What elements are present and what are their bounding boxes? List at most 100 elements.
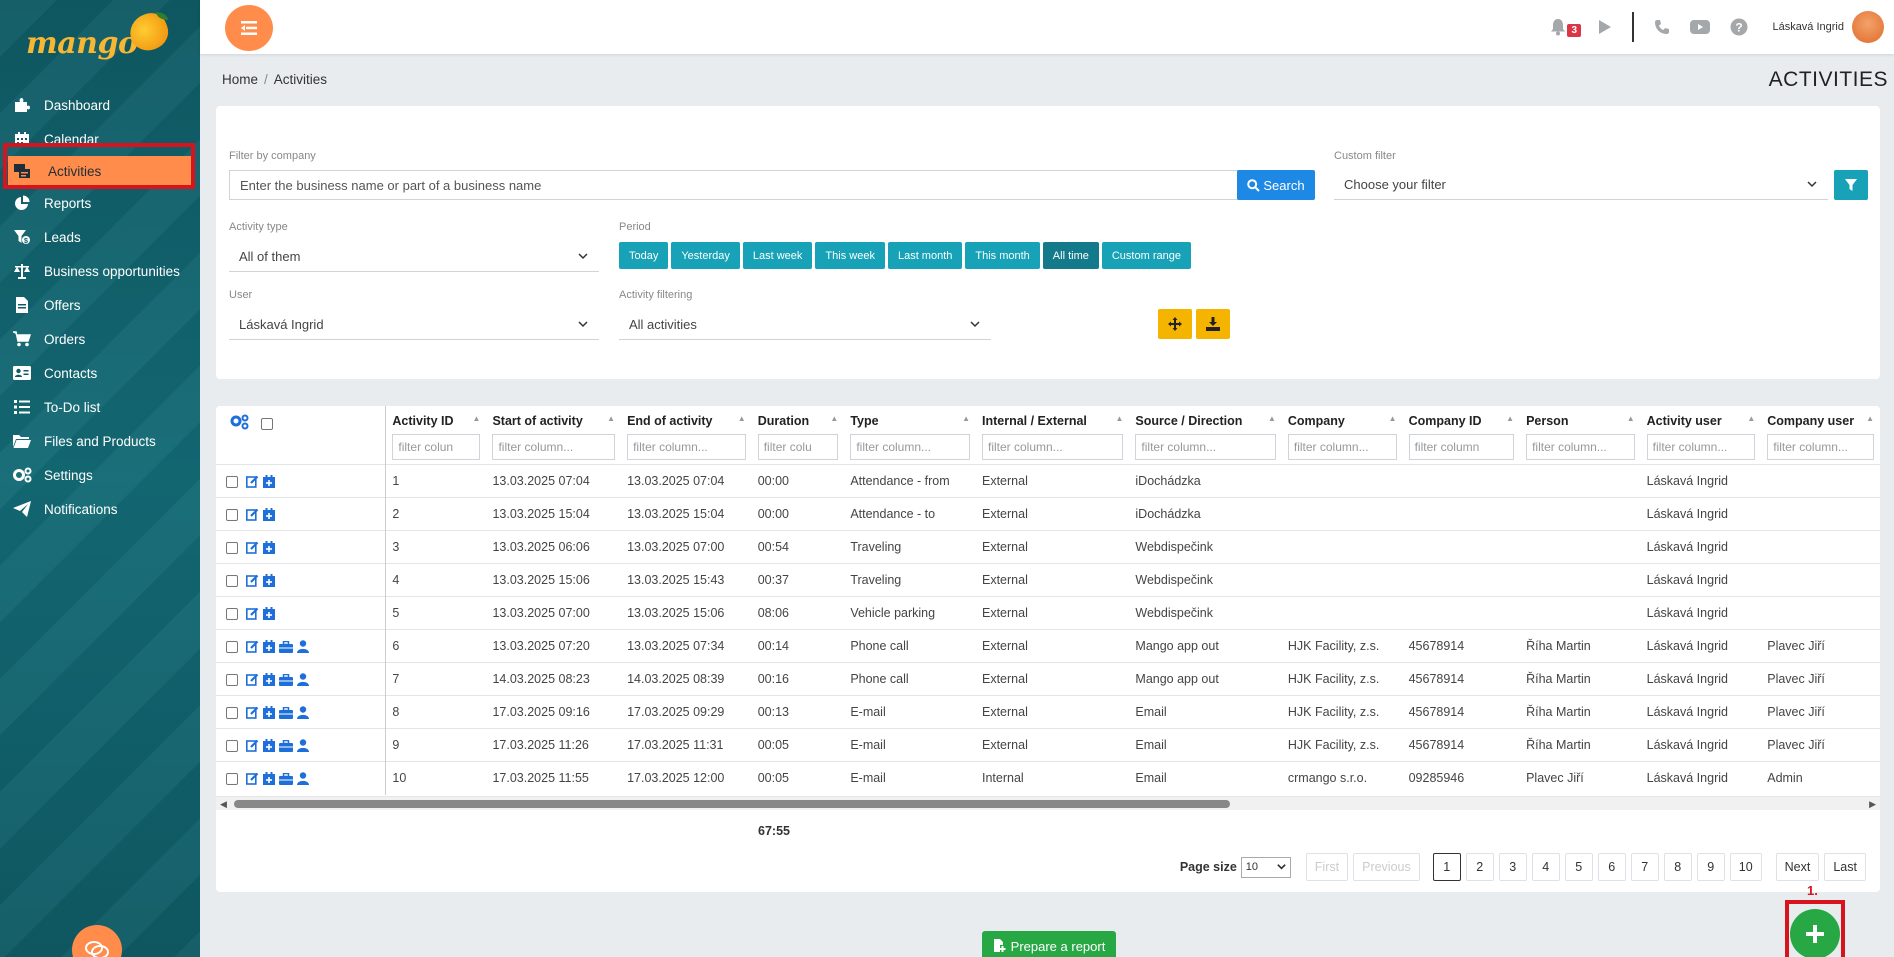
column-header-company[interactable]: Company ▲ filter column... xyxy=(1282,406,1403,465)
sort-arrow-icon[interactable]: ▲ xyxy=(1115,414,1123,423)
edit-icon[interactable] xyxy=(246,574,259,587)
table-row[interactable]: 8 17.03.2025 09:16 17.03.2025 09:29 00:13 E-… xyxy=(216,695,1880,729)
column-header-source-direction[interactable]: Source / Direction ▲ filter column... xyxy=(1129,406,1281,465)
calendar-add-icon[interactable] xyxy=(263,475,275,489)
notifications-bell[interactable]: 3 xyxy=(1550,18,1582,37)
column-header-person[interactable]: Person ▲ filter column... xyxy=(1520,406,1641,465)
calendar-add-icon[interactable] xyxy=(263,673,275,687)
calendar-add-icon[interactable] xyxy=(263,706,275,720)
sidebar-item-leads[interactable]: $ Leads xyxy=(0,220,200,254)
calendar-add-icon[interactable] xyxy=(263,640,275,654)
calendar-add-icon[interactable] xyxy=(263,607,275,621)
page-6-button[interactable]: 6 xyxy=(1597,853,1626,881)
sidebar-item-to-do-list[interactable]: To-Do list xyxy=(0,390,200,424)
table-row[interactable]: 6 13.03.2025 07:20 13.03.2025 07:34 00:14 Ph… xyxy=(216,629,1880,663)
column-filter-input[interactable]: filter column... xyxy=(1526,434,1635,460)
edit-icon[interactable] xyxy=(246,706,259,719)
row-checkbox[interactable] xyxy=(226,640,238,653)
period-this-month-button[interactable]: This month xyxy=(965,242,1040,269)
table-row[interactable]: 10 17.03.2025 11:55 17.03.2025 12:00 00:05 E… xyxy=(216,761,1880,795)
page-size-select[interactable]: 10 xyxy=(1240,856,1291,878)
period-last-month-button[interactable]: Last month xyxy=(887,242,963,269)
row-checkbox[interactable] xyxy=(226,574,238,587)
sidebar-item-dashboard[interactable]: Dashboard xyxy=(0,88,200,122)
column-header-activity-user[interactable]: Activity user ▲ filter column... xyxy=(1641,406,1762,465)
sort-arrow-icon[interactable]: ▲ xyxy=(738,414,746,423)
column-header-duration[interactable]: Duration ▲ filter colu xyxy=(752,406,845,465)
person-icon[interactable] xyxy=(297,673,309,687)
scroll-right-arrow-icon[interactable]: ▶ xyxy=(1869,799,1876,810)
table-row[interactable]: 7 14.03.2025 08:23 14.03.2025 08:39 00:16 Ph… xyxy=(216,662,1880,696)
prepare-report-button[interactable]: Prepare a report xyxy=(982,931,1116,957)
sidebar-item-files-and-products[interactable]: Files and Products xyxy=(0,424,200,458)
column-filter-input[interactable]: filter column... xyxy=(1287,434,1397,460)
edit-icon[interactable] xyxy=(246,739,259,752)
sort-arrow-icon[interactable]: ▲ xyxy=(1866,414,1874,423)
sort-arrow-icon[interactable]: ▲ xyxy=(962,414,970,423)
period-today-button[interactable]: Today xyxy=(619,242,669,269)
row-checkbox[interactable] xyxy=(226,673,238,686)
next-page-button[interactable]: Next xyxy=(1775,853,1820,881)
sort-arrow-icon[interactable]: ▲ xyxy=(1389,414,1397,423)
row-checkbox[interactable] xyxy=(226,607,238,620)
edit-icon[interactable] xyxy=(246,475,259,488)
column-filter-input[interactable]: filter colun xyxy=(392,434,481,460)
edit-icon[interactable] xyxy=(246,508,259,521)
select-all-checkbox[interactable] xyxy=(261,417,274,430)
user-select[interactable]: Láskavá Ingrid xyxy=(229,310,599,340)
calendar-add-icon[interactable] xyxy=(263,541,275,555)
sidebar-item-contacts[interactable]: Contacts xyxy=(0,356,200,390)
sidebar-item-notifications[interactable]: Notifications xyxy=(0,492,200,526)
column-filter-input[interactable]: filter column... xyxy=(850,434,970,460)
calendar-add-icon[interactable] xyxy=(263,508,275,522)
sidebar-item-orders[interactable]: Orders xyxy=(0,322,200,356)
scroll-left-arrow-icon[interactable]: ◀ xyxy=(220,799,227,810)
edit-icon[interactable] xyxy=(246,640,259,653)
page-7-button[interactable]: 7 xyxy=(1630,853,1659,881)
period-all-time-button[interactable]: All time xyxy=(1042,242,1099,269)
search-button[interactable]: Search xyxy=(1237,170,1315,200)
edit-icon[interactable] xyxy=(246,772,259,786)
last-page-button[interactable]: Last xyxy=(1824,853,1866,881)
page-8-button[interactable]: 8 xyxy=(1663,853,1692,881)
table-row[interactable]: 1 13.03.2025 07:04 13.03.2025 07:04 00:00 At… xyxy=(216,464,1880,498)
sort-arrow-icon[interactable]: ▲ xyxy=(473,414,481,423)
row-checkbox[interactable] xyxy=(226,508,238,521)
row-checkbox[interactable] xyxy=(226,541,238,554)
sort-arrow-icon[interactable]: ▲ xyxy=(1747,414,1755,423)
column-header-company-id[interactable]: Company ID ▲ filter column xyxy=(1403,406,1520,465)
activity-type-select[interactable]: All of them xyxy=(229,242,599,272)
chat-icon[interactable] xyxy=(72,925,122,957)
table-row[interactable]: 4 13.03.2025 15:06 13.03.2025 15:43 00:37 Tr… xyxy=(216,563,1880,597)
sort-arrow-icon[interactable]: ▲ xyxy=(1506,414,1514,423)
menu-toggle-button[interactable] xyxy=(225,5,273,51)
briefcase-icon[interactable] xyxy=(279,739,293,752)
youtube-icon[interactable] xyxy=(1690,20,1711,34)
play-icon[interactable] xyxy=(1598,19,1612,35)
page-2-button[interactable]: 2 xyxy=(1465,853,1494,881)
column-header-internal-external[interactable]: Internal / External ▲ filter column... xyxy=(976,406,1129,465)
edit-icon[interactable] xyxy=(246,541,259,554)
table-row[interactable]: 9 17.03.2025 11:26 17.03.2025 11:31 00:05 E-… xyxy=(216,728,1880,762)
person-icon[interactable] xyxy=(297,772,309,786)
row-checkbox[interactable] xyxy=(226,706,238,719)
add-activity-button[interactable] xyxy=(1790,909,1840,957)
horizontal-scrollbar[interactable]: ◀ ▶ xyxy=(216,796,1880,810)
company-search-input[interactable]: Enter the business name or part of a bus… xyxy=(229,170,1253,200)
avatar[interactable] xyxy=(1852,11,1884,43)
edit-icon[interactable] xyxy=(246,607,259,620)
page-10-button[interactable]: 10 xyxy=(1729,853,1762,881)
table-row[interactable]: 3 13.03.2025 06:06 13.03.2025 07:00 00:54 Tr… xyxy=(216,530,1880,564)
column-header-type[interactable]: Type ▲ filter column... xyxy=(844,406,976,465)
column-filter-input[interactable]: filter column xyxy=(1408,434,1515,460)
sidebar-item-business-opportunities[interactable]: Business opportunities xyxy=(0,254,200,288)
first-page-button[interactable]: First xyxy=(1305,853,1349,881)
column-header-start-of-activity[interactable]: Start of activity ▲ filter column... xyxy=(486,406,621,465)
period-custom-range-button[interactable]: Custom range xyxy=(1101,242,1191,269)
sidebar-item-offers[interactable]: Offers xyxy=(0,288,200,322)
column-header-company-user[interactable]: Company user ▲ filter column... xyxy=(1761,406,1880,465)
apply-filter-button[interactable] xyxy=(1834,170,1868,200)
previous-page-button[interactable]: Previous xyxy=(1353,853,1420,881)
column-settings-icon[interactable] xyxy=(230,414,250,433)
calendar-add-icon[interactable] xyxy=(263,574,275,588)
